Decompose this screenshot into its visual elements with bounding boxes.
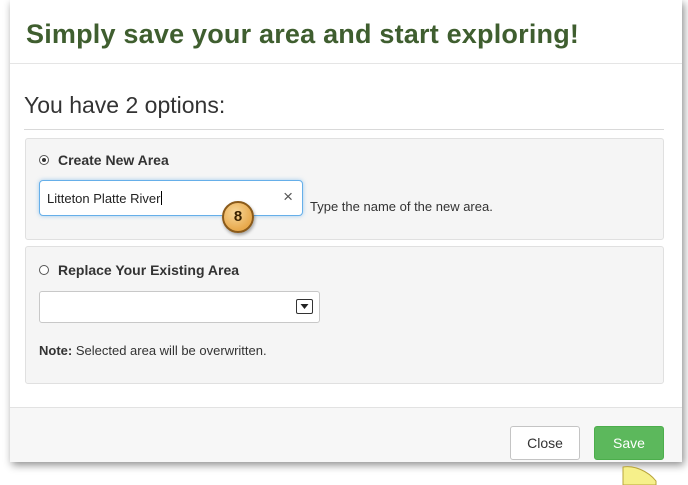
- replace-area-label: Replace Your Existing Area: [58, 262, 240, 278]
- step-badge: 8: [222, 201, 254, 233]
- dialog-header: Simply save your area and start explorin…: [10, 0, 682, 64]
- save-area-dialog: Simply save your area and start explorin…: [10, 0, 682, 462]
- text-caret: [161, 191, 163, 205]
- replace-area-radio[interactable]: [39, 265, 49, 275]
- options-heading: You have 2 options:: [24, 92, 226, 118]
- note-label: Note:: [39, 343, 73, 358]
- create-new-area-panel: Create New Area Litteton Platte River × …: [25, 138, 664, 240]
- note-text: Selected area will be overwritten.: [72, 343, 267, 358]
- dialog-footer: Close Save: [10, 407, 682, 462]
- dialog-title: Simply save your area and start explorin…: [26, 19, 580, 49]
- create-new-area-option[interactable]: Create New Area: [39, 152, 169, 168]
- replace-area-panel: Replace Your Existing Area Note: Selecte…: [25, 246, 664, 384]
- divider: [24, 129, 664, 130]
- create-new-area-label: Create New Area: [58, 152, 169, 168]
- area-name-input[interactable]: Litteton Platte River ×: [39, 180, 303, 216]
- area-name-text: Litteton Platte River: [47, 191, 161, 206]
- overwrite-note: Note: Selected area will be overwritten.: [39, 343, 267, 358]
- save-button[interactable]: Save: [594, 426, 664, 460]
- close-icon[interactable]: ×: [283, 187, 293, 207]
- area-name-value: Litteton Platte River: [47, 191, 163, 206]
- create-new-area-radio[interactable]: [39, 155, 49, 165]
- chevron-down-icon[interactable]: [296, 299, 313, 314]
- close-button[interactable]: Close: [510, 426, 580, 460]
- area-name-hint: Type the name of the new area.: [310, 199, 493, 214]
- replace-area-option[interactable]: Replace Your Existing Area: [39, 262, 239, 278]
- tutorial-pointer-icon: [622, 466, 657, 485]
- existing-area-select[interactable]: [39, 291, 320, 323]
